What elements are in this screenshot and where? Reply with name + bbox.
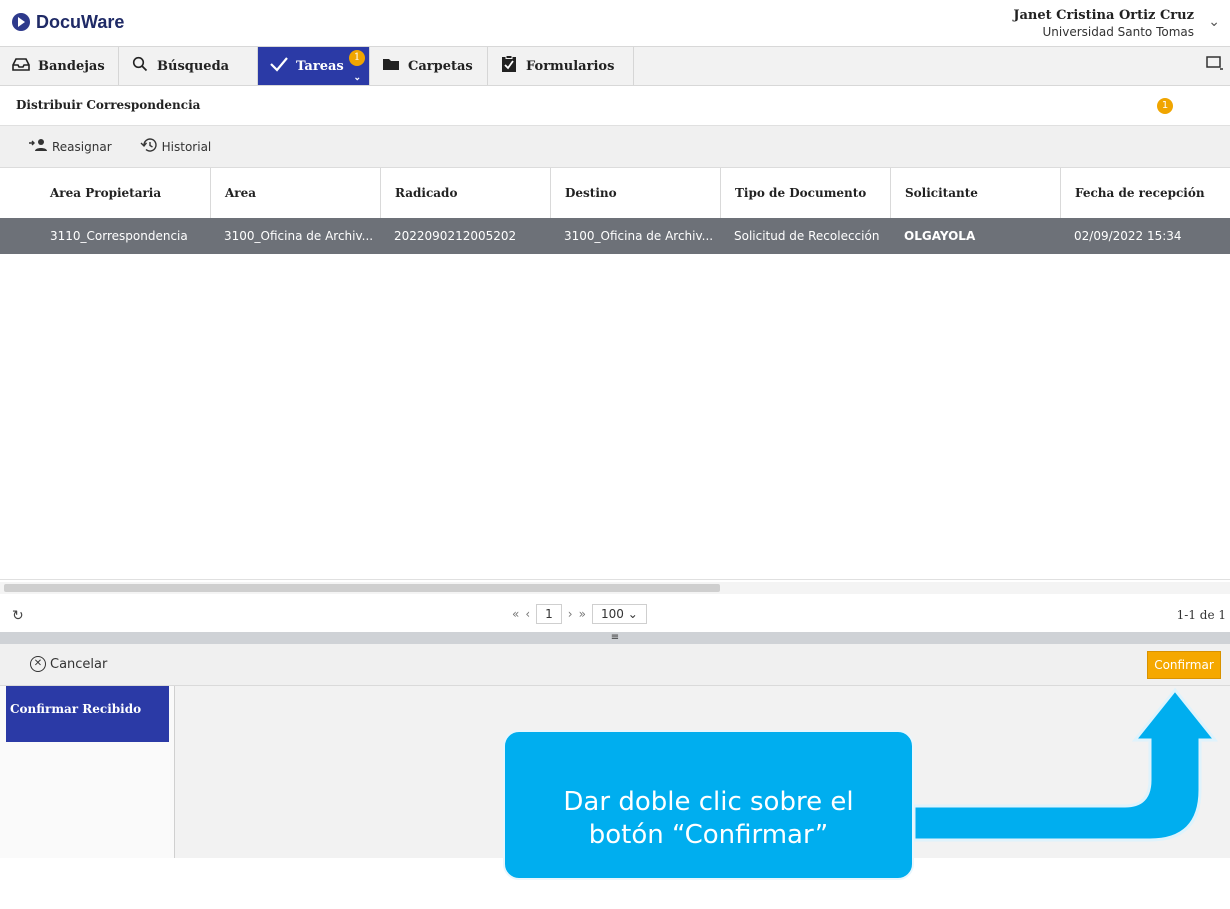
main-nav: Bandejas Búsqueda Tareas 1 ⌄ Carpetas Fo… — [0, 46, 1230, 86]
tab-busqueda[interactable]: Búsqueda — [119, 47, 258, 85]
column-header[interactable]: Destino — [550, 168, 720, 218]
column-header[interactable]: Area Propietaria — [0, 168, 210, 218]
table-cell: 3110_Correspondencia — [50, 229, 188, 243]
panel-splitter[interactable]: ≡ — [0, 632, 1230, 644]
table-cell: Solicitud de Recolección — [734, 229, 880, 243]
instruction-line-2: botón “Confirmar” — [588, 820, 829, 850]
column-header[interactable]: Fecha de recepción — [1060, 168, 1230, 218]
column-header[interactable]: Tipo de Documento — [720, 168, 890, 218]
docuware-logo-icon — [12, 13, 30, 31]
result-count: 1-1 de 1 — [1176, 608, 1226, 622]
history-button[interactable]: Historial — [140, 137, 212, 157]
table-cell: 3100_Oficina de Archiv... — [564, 229, 714, 243]
table-cell: 02/09/2022 15:34 — [1074, 229, 1182, 243]
page-size-value: 100 — [600, 607, 624, 621]
last-page-icon[interactable]: » — [579, 607, 586, 621]
confirm-button[interactable]: Confirmar — [1147, 651, 1221, 679]
history-icon — [140, 137, 158, 157]
panel-toggle-icon[interactable] — [1206, 55, 1224, 75]
instruction-line-1: Dar doble clic sobre el — [563, 787, 854, 817]
tab-carpetas[interactable]: Carpetas — [370, 47, 488, 85]
prev-page-icon[interactable]: ‹ — [525, 607, 530, 621]
task-list-title: Distribuir Correspondencia — [16, 98, 201, 112]
first-page-icon[interactable]: « — [512, 607, 519, 621]
chevron-down-icon[interactable]: ⌄ — [1208, 14, 1220, 30]
tab-label: Formularios — [526, 58, 615, 74]
search-icon — [131, 56, 149, 76]
check-icon — [270, 56, 288, 76]
reassign-button[interactable]: Reasignar — [28, 138, 112, 156]
tab-label: Bandejas — [38, 58, 105, 74]
tab-label: Carpetas — [408, 58, 473, 74]
table-header: Area Propietaria Area Radicado Destino T… — [0, 168, 1230, 218]
table-cell: OLGAYOLA — [904, 229, 976, 243]
reassign-label: Reasignar — [52, 139, 112, 154]
task-list-header: Distribuir Correspondencia 1 — [0, 86, 1230, 126]
clipboard-icon — [500, 55, 518, 77]
refresh-icon[interactable]: ↻ — [12, 608, 24, 624]
folder-icon — [382, 57, 400, 75]
logo-text: DocuWare — [36, 11, 125, 32]
page-size-select[interactable]: 100 ⌄ — [591, 604, 647, 624]
tray-icon — [12, 57, 30, 75]
user-menu[interactable]: Janet Cristina Ortiz Cruz Universidad Sa… — [1013, 8, 1194, 39]
docuware-logo[interactable]: DocuWare — [12, 10, 124, 34]
chevron-down-icon: ⌄ — [627, 607, 638, 621]
cancel-button[interactable]: ✕ Cancelar — [30, 656, 107, 672]
column-header[interactable]: Radicado — [380, 168, 550, 218]
chevron-down-icon[interactable]: ⌄ — [353, 73, 361, 83]
close-circle-icon: ✕ — [30, 656, 46, 672]
page-number-input[interactable]: 1 — [536, 604, 562, 624]
column-header[interactable]: Area — [210, 168, 380, 218]
column-header[interactable]: Solicitante — [890, 168, 1060, 218]
task-toolbar: Reasignar Historial — [0, 126, 1230, 168]
tasks-count-badge: 1 — [349, 50, 365, 66]
history-label: Historial — [161, 139, 212, 154]
task-count-badge: 1 — [1157, 98, 1173, 114]
tab-bandejas[interactable]: Bandejas — [0, 47, 119, 85]
reassign-user-icon — [28, 138, 48, 156]
table-cell: 3100_Oficina de Archiv... — [224, 229, 374, 243]
cancel-label: Cancelar — [50, 656, 108, 672]
user-name: Janet Cristina Ortiz Cruz — [1013, 8, 1194, 23]
tab-formularios[interactable]: Formularios — [488, 47, 634, 85]
instruction-text: Dar doble clic sobre el botón “Confirmar… — [503, 786, 914, 852]
table-row[interactable]: 3110_Correspondencia 3100_Oficina de Arc… — [0, 218, 1230, 254]
form-action-bar — [0, 644, 1230, 686]
table-cell: 2022090212005202 — [394, 229, 517, 243]
tab-tareas[interactable]: Tareas 1 ⌄ — [258, 47, 370, 85]
user-organization: Universidad Santo Tomas — [1042, 25, 1195, 39]
next-page-icon[interactable]: › — [568, 607, 573, 621]
tab-label: Tareas — [296, 58, 344, 74]
horizontal-scrollbar-thumb[interactable] — [4, 584, 720, 592]
tab-label: Búsqueda — [157, 58, 230, 74]
table-body-empty — [0, 254, 1230, 580]
form-step-confirm-received[interactable]: Confirmar Recibido — [6, 686, 169, 742]
pagination: « ‹ 1 › » 100 ⌄ — [512, 604, 647, 624]
